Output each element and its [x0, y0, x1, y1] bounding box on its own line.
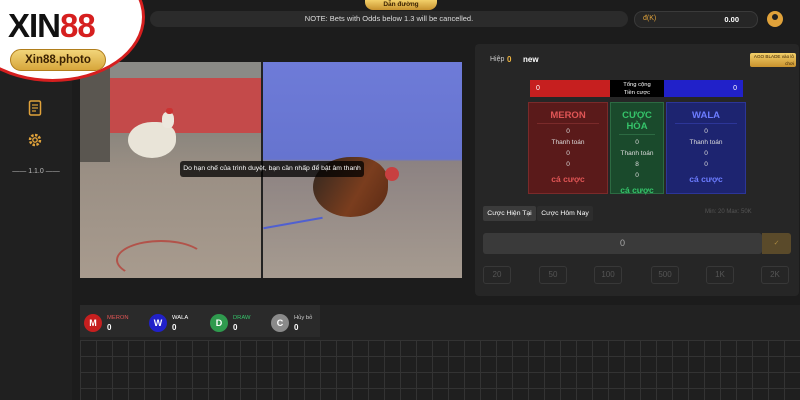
- gear-icon[interactable]: [26, 132, 44, 150]
- app-root: —— 1.1.0 —— Dẫn đường NOTE: Bets with Od…: [0, 0, 800, 400]
- currency-label: đ(K): [643, 15, 657, 22]
- chip-50[interactable]: 50: [539, 266, 567, 284]
- bet-wala-button[interactable]: cá cược: [667, 174, 745, 184]
- meron-total-bar: 0: [530, 80, 610, 97]
- tab-current-bets[interactable]: Cược Hiện Tại: [483, 206, 536, 221]
- total-bet-label: Tổng cộng Tiền cược: [610, 80, 664, 97]
- round-status: new: [523, 55, 539, 64]
- chip-100[interactable]: 100: [594, 266, 622, 284]
- app-version: —— 1.1.0 ——: [12, 168, 60, 175]
- provider-tag: AGO BLADE vào lô chơi: [750, 53, 796, 67]
- wala-total-bar: 0: [664, 80, 743, 97]
- round-value: 0: [507, 55, 512, 64]
- chip-1k[interactable]: 1K: [706, 266, 734, 284]
- user-icon[interactable]: [767, 11, 783, 27]
- chip-20[interactable]: 20: [483, 266, 511, 284]
- bet-amount-input[interactable]: 0: [483, 233, 762, 254]
- sound-hint[interactable]: Do hạn chế của trình duyệt, bạn cần nhấp…: [180, 161, 364, 177]
- balance-box: đ(K) 0.00: [634, 11, 758, 28]
- logo-site: Xin88.photo: [10, 49, 106, 71]
- bet-card-meron[interactable]: MERON 0 Thanh toán 0 0 cá cược: [528, 102, 608, 194]
- chip-2k[interactable]: 2K: [761, 266, 789, 284]
- round-label: Hiệp: [490, 56, 505, 63]
- live-video[interactable]: Do hạn chế của trình duyệt, bạn cần nhấp…: [80, 62, 462, 278]
- bet-card-draw[interactable]: CƯỢC HÒA 0 Thanh toán 8 0 cá cược: [610, 102, 664, 195]
- chip-500[interactable]: 500: [651, 266, 679, 284]
- bet-limits: Min: 20 Max: 50K: [705, 209, 752, 215]
- results-road-grid: [80, 340, 800, 400]
- logo-wordmark: XIN88: [8, 7, 96, 44]
- bet-draw-button[interactable]: cá cược: [611, 185, 663, 195]
- balance-amount: 0.00: [724, 15, 739, 24]
- confirm-amount-button[interactable]: ✓: [762, 233, 791, 254]
- guide-button[interactable]: Dẫn đường: [365, 0, 437, 10]
- notice-bar: NOTE: Bets with Odds below 1.3 will be c…: [150, 11, 628, 27]
- document-icon[interactable]: [26, 100, 44, 118]
- bet-card-wala[interactable]: WALA 0 Thanh toán 0 0 cá cược: [666, 102, 746, 194]
- tab-today-bets[interactable]: Cược Hôm Nay: [537, 206, 593, 221]
- bet-meron-button[interactable]: cá cược: [529, 174, 607, 184]
